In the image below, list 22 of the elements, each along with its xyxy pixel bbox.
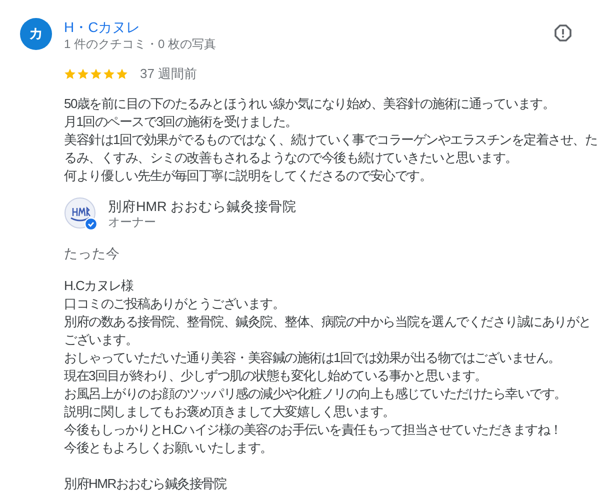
review-text-line: 美容針は1回で効果がでるものではなく、続けていく事でコラーゲンやエラスチンを定着させ、たるみ、くすみ、シミの改善もされるようなので今後も続けていきたいと思います。 (64, 131, 598, 167)
reply-text-line: 別府の数ある接骨院、整骨院、鍼灸院、整体、病院の中から当院を選んでくださり誠にありがとございます。 (64, 313, 592, 349)
reply-text-line: お風呂上がりのお顔のツッパリ感の減少や化粧ノリの向上も感じていただけたら幸いです。 (64, 385, 566, 403)
reviewer-name[interactable]: H・Cカヌレ (64, 18, 140, 36)
reply-text-line: 説明に関しましてもお褒め頂きまして大変嬉しく思います。 (64, 403, 395, 421)
owner-label: オーナー (108, 215, 156, 230)
review-text-line: 何より優しい先生が毎回丁寧に説明をしてくださるので安心です。 (64, 167, 432, 185)
reply-text-line: H.Cカヌレ様 (64, 277, 134, 295)
review-count: 1 件のクチコミ・0 枚の写真 (64, 36, 216, 52)
reply-text-line: おしゃっていただいた通り美容・美容鍼の施術は1回では効果が出る物ではございません。 (64, 349, 560, 367)
report-icon[interactable] (554, 24, 572, 42)
user-avatar[interactable]: カ (20, 18, 52, 50)
reply-signature: 別府HMRおおむら鍼灸接骨院 (64, 475, 226, 492)
reply-text-line: 口コミのご投稿ありがとうございます。 (64, 295, 284, 313)
review-text-line: 月1回のペースで3回の施術を受けました。 (64, 113, 298, 131)
reply-text-line: 今後もしっかりとH.Cハイジ様の美容のお手伝いを責任もって担当させていただきますね！ (64, 421, 562, 439)
owner-name: 別府HMR おおむら鍼灸接骨院 (108, 198, 296, 215)
reply-text-line: 現在3回目が終わり、少しずつ肌の状態も変化し始めている事かと思います。 (64, 367, 487, 385)
reply-time: たった今 (64, 245, 120, 263)
reply-text-line: 今後ともよろしくお願いいたします。 (64, 439, 272, 457)
review-text-line: 50歳を前に目の下のたるみとほうれい線か気になり始め、美容針の施術に通っています。 (64, 95, 555, 113)
review-time: 37 週間前 (140, 65, 198, 83)
